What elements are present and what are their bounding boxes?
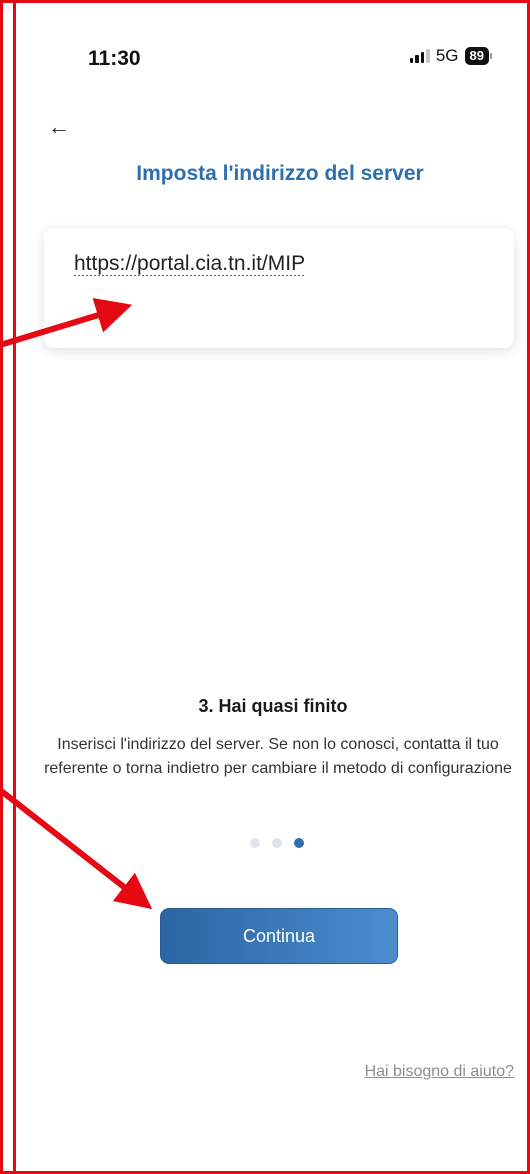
battery-level: 89 — [464, 47, 489, 65]
battery-icon: 89 — [464, 47, 492, 65]
server-address-card — [44, 228, 514, 348]
status-time: 11:30 — [88, 47, 141, 70]
back-button[interactable]: ← — [44, 112, 74, 142]
signal-icon — [409, 49, 430, 63]
step-dot — [250, 838, 260, 848]
server-address-input[interactable] — [74, 252, 494, 276]
continue-button[interactable]: Continua — [160, 908, 398, 964]
status-indicators: 5G 89 — [409, 46, 492, 66]
step-title: 3. Hai quasi finito — [198, 696, 348, 716]
step-dot-active — [294, 838, 304, 848]
annotation-line — [13, 0, 16, 1174]
network-label: 5G — [435, 46, 459, 65]
step-description: Inserisci l'indirizzo del server. Se non… — [44, 736, 512, 777]
annotation-arrow-button — [0, 787, 153, 910]
help-link[interactable]: Hai bisogno di aiuto? — [365, 1063, 514, 1081]
arrow-left-icon: ← — [48, 114, 70, 139]
page-title: Imposta l'indirizzo del server — [136, 162, 424, 185]
step-dot — [272, 838, 282, 848]
step-indicator — [250, 838, 304, 848]
